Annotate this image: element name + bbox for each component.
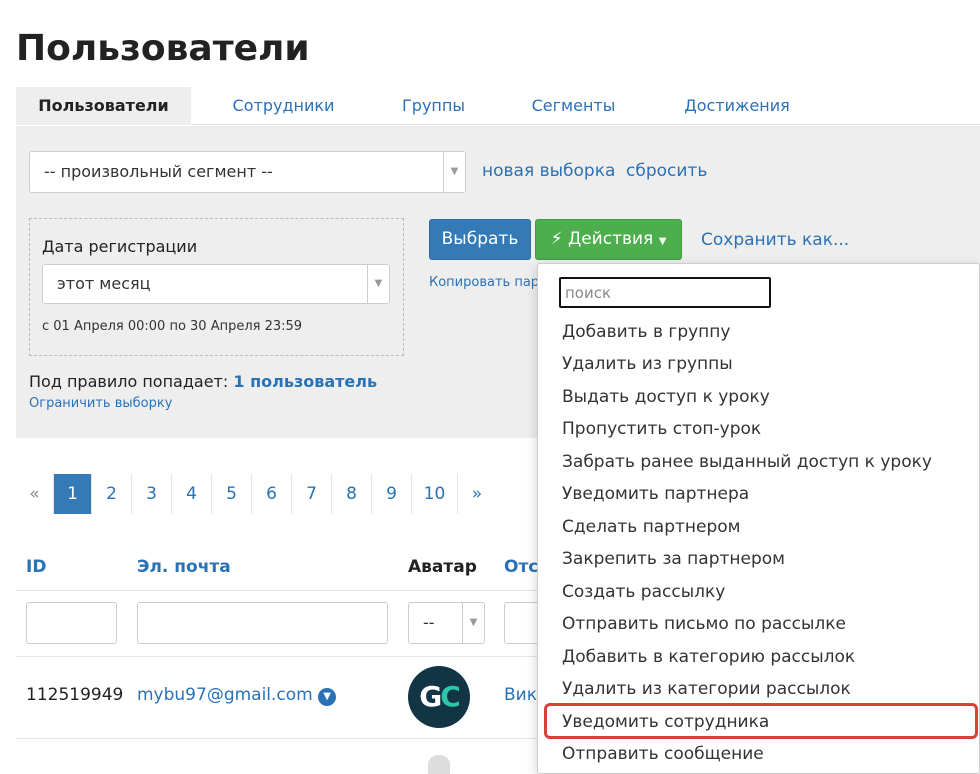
menu-item-grant-lesson-access[interactable]: Выдать доступ к уроку (562, 387, 770, 407)
menu-item-notify-partner[interactable]: Уведомить партнера (562, 484, 749, 504)
tab-employees[interactable]: Сотрудники (211, 87, 356, 125)
menu-item-skip-stop-lesson[interactable]: Пропустить стоп-урок (562, 419, 761, 439)
choose-button[interactable]: Выбрать (429, 219, 531, 260)
date-select[interactable]: этот месяц ▼ (42, 264, 390, 304)
menu-item-remove-from-mailing-category[interactable]: Удалить из категории рассылок (562, 679, 851, 699)
page-item-1[interactable]: 1 (54, 474, 92, 514)
row-email-link[interactable]: mybu97@gmail.com (137, 685, 313, 705)
page-item-10[interactable]: 10 (412, 474, 458, 514)
actions-dropdown-menu: Добавить в группу Удалить из группы Выда… (537, 263, 980, 774)
segment-select-value: -- произвольный сегмент -- (44, 162, 273, 181)
page-item-4[interactable]: 4 (172, 474, 212, 514)
copy-params-link[interactable]: Копировать пара (429, 275, 547, 290)
reset-link[interactable]: сбросить (626, 161, 707, 181)
verified-check-icon: ▼ (318, 688, 337, 706)
column-header-avatar: Аватар (408, 557, 477, 577)
page-prev[interactable]: « (16, 474, 54, 514)
menu-item-make-partner[interactable]: Сделать партнером (562, 517, 741, 537)
page-item-6[interactable]: 6 (252, 474, 292, 514)
rule-count-link[interactable]: 1 пользователь (233, 372, 377, 391)
menu-item-add-to-mailing-category[interactable]: Добавить в категорию рассылок (562, 647, 855, 667)
email-filter-input[interactable] (137, 602, 388, 644)
tab-segments[interactable]: Сегменты (511, 87, 636, 125)
highlight-box (544, 703, 978, 739)
page-item-5[interactable]: 5 (212, 474, 252, 514)
bolt-icon: ⚡ (550, 229, 563, 249)
date-select-value: этот месяц (57, 274, 151, 293)
tab-achievements[interactable]: Достижения (666, 87, 808, 125)
id-filter-input[interactable] (26, 602, 117, 644)
avatar-initials: GC (419, 680, 461, 713)
segment-select[interactable]: -- произвольный сегмент -- ▼ (29, 151, 466, 193)
page-item-8[interactable]: 8 (332, 474, 372, 514)
page-item-7[interactable]: 7 (292, 474, 332, 514)
dropdown-search-input[interactable] (559, 277, 771, 308)
page-item-9[interactable]: 9 (372, 474, 412, 514)
tabs-bar: Пользователи Сотрудники Группы Сегменты … (16, 87, 980, 125)
caret-down-icon: ▼ (658, 236, 667, 247)
date-range-text: с 01 Апреля 00:00 по 30 Апреля 23:59 (42, 319, 303, 334)
avatar[interactable]: GC (408, 666, 470, 728)
menu-item-revoke-lesson-access[interactable]: Забрать ранее выданный доступ к уроку (562, 452, 932, 472)
menu-item-create-mailing[interactable]: Создать рассылку (562, 582, 725, 602)
column-header-email[interactable]: Эл. почта (137, 557, 231, 577)
row-id: 112519949 (26, 685, 124, 705)
select-arrow-icon: ▼ (443, 152, 465, 192)
rule-prefix: Под правило попадает: (29, 372, 229, 391)
menu-item-send-message[interactable]: Отправить сообщение (562, 744, 764, 764)
page-title: Пользователи (16, 28, 310, 69)
select-arrow-icon: ▼ (367, 265, 389, 303)
avatar-filter-select[interactable]: -- ▼ (408, 602, 485, 644)
page-next[interactable]: » (458, 474, 496, 514)
select-arrow-icon: ▼ (462, 603, 484, 643)
new-selection-link[interactable]: новая выборка (482, 161, 615, 181)
menu-item-remove-from-group[interactable]: Удалить из группы (562, 354, 733, 374)
date-filter-box: Дата регистрации этот месяц ▼ с 01 Апрел… (29, 218, 404, 356)
row-email[interactable]: mybu97@gmail.com ▼ (137, 685, 337, 706)
tab-users[interactable]: Пользователи (16, 87, 191, 125)
user-placeholder-icon (428, 755, 450, 774)
save-as-link[interactable]: Сохранить как... (701, 230, 849, 250)
page-item-2[interactable]: 2 (92, 474, 132, 514)
actions-button-label: Действия (567, 229, 654, 249)
column-header-other[interactable]: Отс (504, 557, 538, 577)
menu-item-send-mailing-letter[interactable]: Отправить письмо по рассылке (562, 614, 846, 634)
page-item-3[interactable]: 3 (132, 474, 172, 514)
rule-result-text: Под правило попадает: 1 пользователь (29, 372, 377, 391)
date-filter-label: Дата регистрации (42, 237, 198, 256)
menu-item-add-to-group[interactable]: Добавить в группу (562, 322, 730, 342)
tab-groups[interactable]: Группы (381, 87, 486, 125)
avatar-filter-value: -- (423, 613, 435, 632)
menu-item-assign-to-partner[interactable]: Закрепить за партнером (562, 549, 785, 569)
column-header-id[interactable]: ID (26, 557, 46, 577)
actions-button[interactable]: ⚡ Действия ▼ (535, 219, 682, 260)
limit-selection-link[interactable]: Ограничить выборку (29, 396, 172, 411)
